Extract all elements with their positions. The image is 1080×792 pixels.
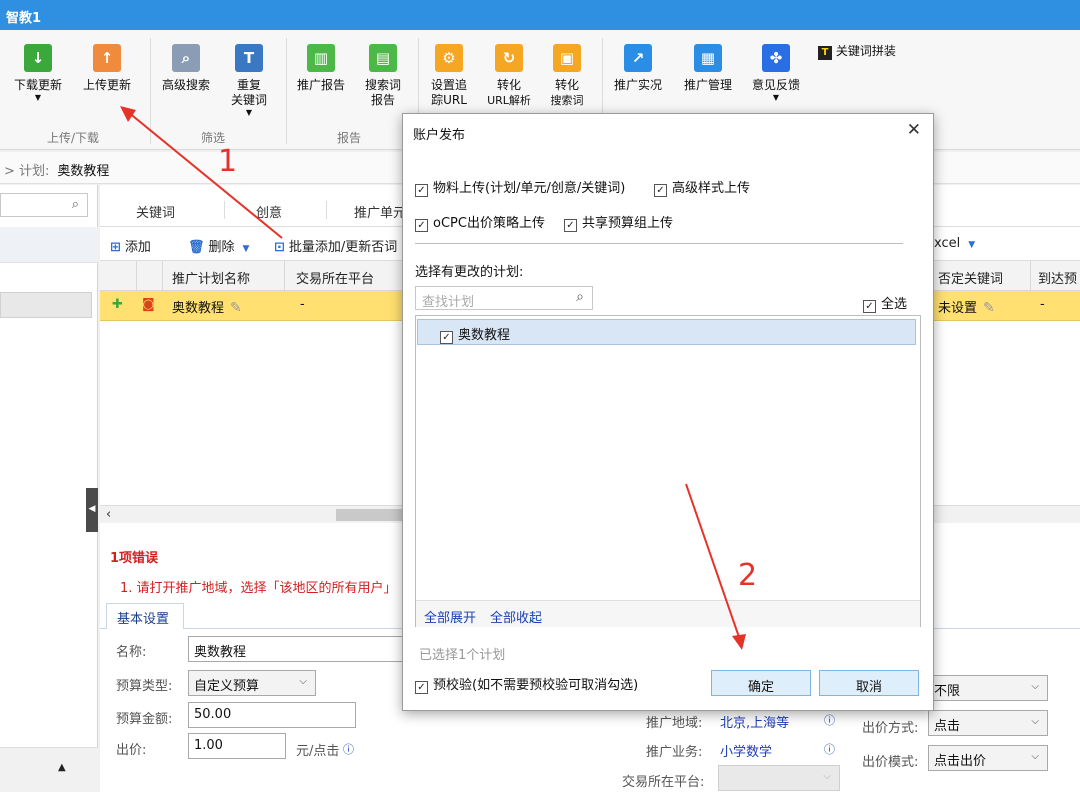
arrow-step2-head <box>732 634 746 650</box>
annotation-step2: 2 <box>738 558 758 593</box>
arrow-step1-head <box>120 106 136 122</box>
arrow-step2-line <box>685 483 741 641</box>
arrow-step1-line <box>127 111 283 239</box>
annotation-arrows <box>120 106 746 650</box>
annotation-step1: 1 <box>218 144 238 179</box>
